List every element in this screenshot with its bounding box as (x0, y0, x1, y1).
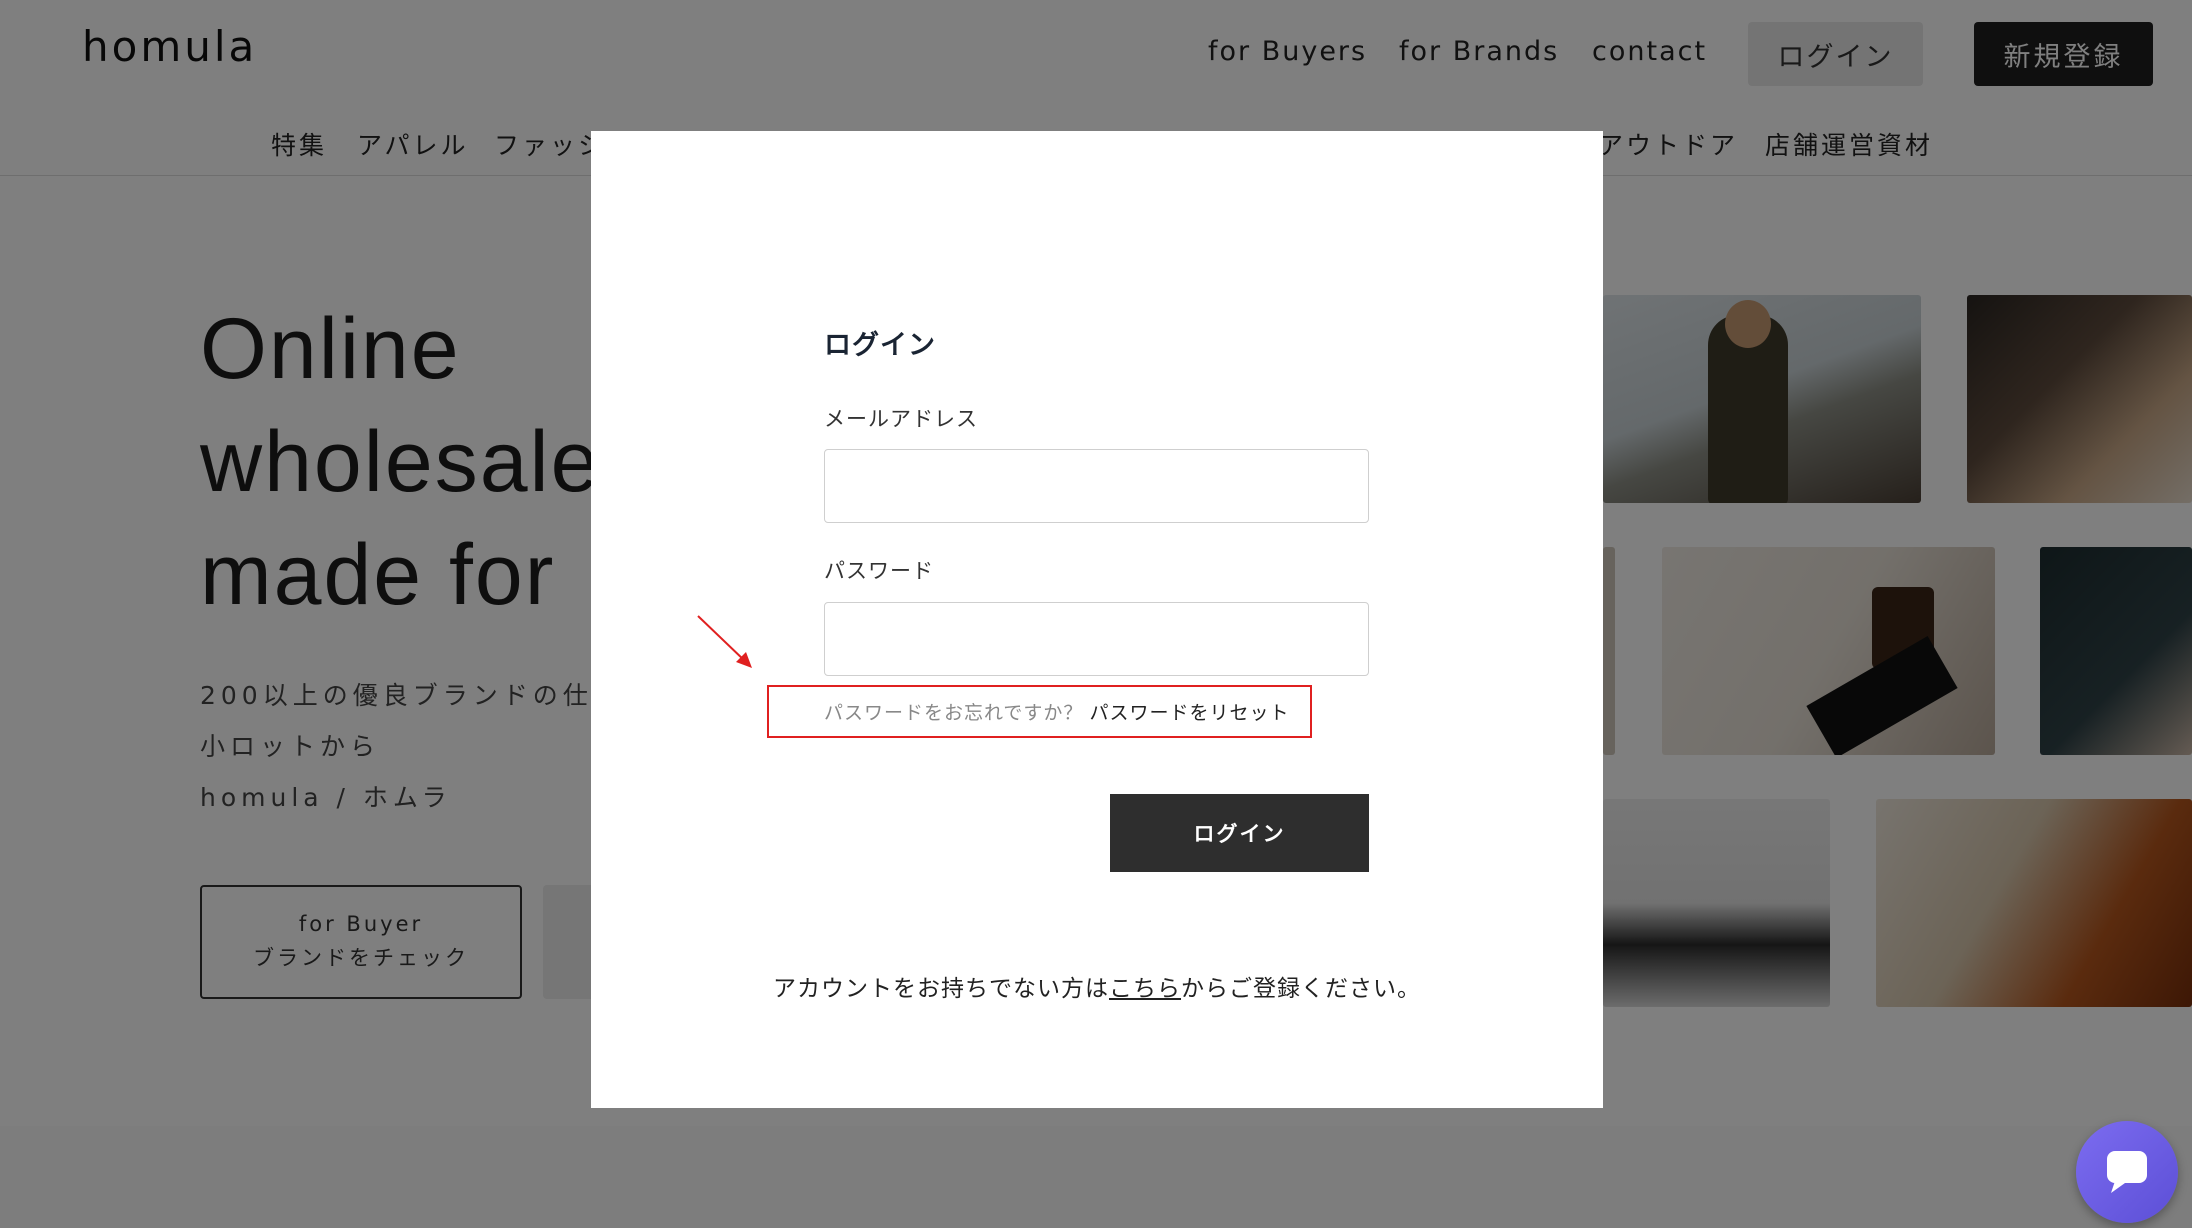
login-submit-button[interactable]: ログイン (1110, 794, 1369, 872)
annotation-highlight-box (767, 685, 1312, 738)
modal-title: ログイン (824, 330, 936, 361)
signup-prompt: アカウントをお持ちでない方はこちらからご登録ください。 (591, 969, 1603, 1003)
signup-prefix: アカウントをお持ちでない方は (773, 976, 1109, 1002)
chat-bubble-icon (2107, 1151, 2147, 1193)
password-field[interactable] (824, 602, 1369, 676)
chat-widget-button[interactable] (2076, 1121, 2178, 1223)
password-label: パスワード (824, 559, 934, 583)
email-label: メールアドレス (824, 407, 978, 431)
email-field[interactable] (824, 449, 1369, 523)
signup-link[interactable]: こちら (1109, 976, 1181, 1002)
annotation-arrow-icon (697, 615, 752, 668)
signup-suffix: からご登録ください。 (1181, 976, 1421, 1002)
